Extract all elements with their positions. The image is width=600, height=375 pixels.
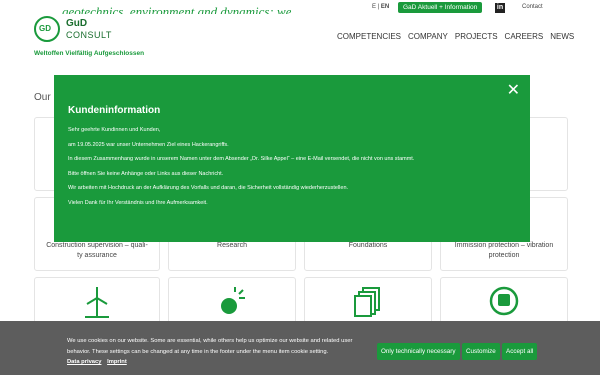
lang-e[interactable]: E [372, 4, 376, 10]
modal-title: Kundeninformation [68, 105, 161, 116]
imprint-link[interactable]: Imprint [107, 359, 127, 365]
train-icon [489, 286, 519, 316]
nav-company[interactable]: COMPANY [408, 32, 448, 41]
explosion-icon [221, 287, 245, 314]
modal-line: Vielen Dank für Ihr Verständnis und Ihre… [68, 199, 208, 206]
customize-button[interactable]: Customize [462, 343, 500, 360]
top-bar: geotechnics, environment and dynamics: w… [0, 0, 600, 16]
modal-body: Sehr geehrte Kundinnen und Kunden, am 19… [68, 127, 414, 214]
card-label: Foundations [348, 242, 388, 249]
modal-line: Sehr geehrte Kundinnen und Kunden, [68, 127, 161, 133]
nav-competencies[interactable]: COMPETENCIES [337, 32, 401, 41]
modal-line: Bitte öffnen Sie keine Anhänge oder Link… [68, 170, 224, 177]
section-heading: Our [34, 92, 51, 103]
linkedin-icon[interactable]: in [495, 3, 505, 13]
cookie-links: Data privacy Imprint [67, 359, 131, 365]
main-nav: COMPETENCIES COMPANY PROJECTS CAREERS NE… [337, 32, 574, 41]
nav-projects[interactable]: PROJECTS [455, 32, 498, 41]
wind-turbine-icon [85, 287, 109, 318]
nav-news[interactable]: NEWS [550, 32, 574, 41]
card-label: Construction supervision – quali- [46, 242, 148, 249]
close-icon[interactable]: ✕ [507, 83, 520, 99]
brand-subname: CONSULT [66, 30, 112, 40]
header-tagline: geotechnics, environment and dynamics: w… [62, 4, 292, 14]
card-label: protection [488, 252, 520, 259]
cookie-text: We use cookies on our website. Some are … [67, 338, 353, 355]
nav-careers[interactable]: CAREERS [505, 32, 544, 41]
technically-necessary-button[interactable]: Only technically necessary [377, 343, 460, 360]
customer-info-modal: ✕ Kundeninformation Sehr geehrte Kundinn… [54, 75, 530, 242]
lang-en[interactable]: EN [381, 4, 389, 10]
documents-icon [354, 287, 380, 317]
aktuell-button[interactable]: GaD Aktuell + Information [398, 2, 483, 13]
card-label: Immission protection – vibration [454, 242, 554, 249]
card-label: Research [217, 242, 247, 249]
contact-link[interactable]: Contact [522, 4, 543, 10]
privacy-link[interactable]: Data privacy [67, 359, 101, 365]
slogan: Weltoffen Vielfältig Aufgeschlossen [34, 50, 145, 57]
brand-name: GuD [66, 18, 88, 29]
language-switch[interactable]: E | EN [372, 4, 389, 10]
modal-line: am 19.05.2025 war unser Unternehmen Ziel… [68, 141, 229, 148]
accept-all-button[interactable]: Accept all [502, 343, 538, 360]
modal-line: Wir arbeiten mit Hochdruck an der Aufklä… [68, 185, 349, 191]
card-label: ty assurance [77, 252, 117, 259]
logo-icon[interactable] [34, 16, 60, 42]
modal-line: In diesem Zusammenhang wurde in unserem … [68, 156, 415, 162]
